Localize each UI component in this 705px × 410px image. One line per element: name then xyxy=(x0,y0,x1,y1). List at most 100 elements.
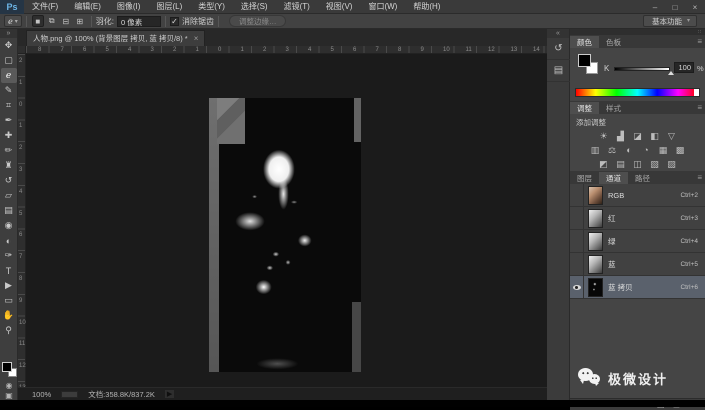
visibility-toggle[interactable] xyxy=(570,230,584,252)
channel-row[interactable]: 蓝 拷贝 Ctrl+6 xyxy=(570,276,705,299)
document-status-bar: 100% 文档:358.8K/837.2K ▶ xyxy=(18,387,547,400)
marquee-tool[interactable]: ▢ xyxy=(1,53,17,68)
minimize-button[interactable]: – xyxy=(645,0,665,14)
tab-通道[interactable]: 通道 xyxy=(599,172,628,184)
move-tool[interactable]: ✥ xyxy=(1,38,17,53)
channel-row[interactable]: 蓝 Ctrl+5 xyxy=(570,253,705,276)
crop-tool[interactable]: ⌗ xyxy=(1,98,17,113)
canvas-image[interactable] xyxy=(209,98,361,372)
adjustment-icon[interactable]: ▨ xyxy=(665,159,678,170)
screen-mode-icon[interactable]: ▣ xyxy=(0,391,18,400)
shape-tool[interactable]: ▭ xyxy=(1,293,17,308)
menu-item[interactable]: 类型(Y) xyxy=(190,0,233,14)
feather-input[interactable]: 0 像素 xyxy=(116,15,161,27)
adjustment-icon[interactable]: ☀ xyxy=(597,131,610,142)
channel-row[interactable]: 红 Ctrl+3 xyxy=(570,207,705,230)
adjustment-icon[interactable]: ▧ xyxy=(648,159,661,170)
vertical-ruler: 21012345678910111213 xyxy=(18,54,26,391)
new-selection-icon[interactable]: ■ xyxy=(31,15,44,27)
zoom-tool[interactable]: ⚲ xyxy=(1,323,17,338)
antialias-label: 消除锯齿 xyxy=(181,16,214,26)
hand-tool[interactable]: ✋ xyxy=(1,308,17,323)
blur-tool[interactable]: ◉ xyxy=(1,218,17,233)
tab-调整[interactable]: 调整 xyxy=(570,102,599,114)
menu-item[interactable]: 编辑(E) xyxy=(66,0,109,14)
foreground-color-swatch[interactable] xyxy=(578,54,591,67)
active-tool-preset[interactable]: ℯ ▾ xyxy=(4,15,22,27)
adjustment-icon[interactable]: ◫ xyxy=(631,159,644,170)
tab-样式[interactable]: 样式 xyxy=(599,102,628,114)
adjustment-icon[interactable]: ▥ xyxy=(589,145,602,156)
adjustment-icon[interactable]: ◧ xyxy=(648,131,661,142)
foreground-color-swatch[interactable] xyxy=(2,362,12,372)
menu-item[interactable]: 图层(L) xyxy=(148,0,190,14)
menu-item[interactable]: 选择(S) xyxy=(233,0,276,14)
channel-row[interactable]: RGB Ctrl+2 xyxy=(570,184,705,207)
path-selection-tool[interactable]: ▶ xyxy=(1,278,17,293)
healing-brush-tool[interactable]: ✚ xyxy=(1,128,17,143)
tab-路径[interactable]: 路径 xyxy=(628,172,657,184)
adjustment-icon[interactable]: ▟ xyxy=(614,131,627,142)
menu-item[interactable]: 视图(V) xyxy=(318,0,361,14)
eraser-tool[interactable]: ▱ xyxy=(1,188,17,203)
color-spectrum-ramp[interactable] xyxy=(575,88,700,97)
history-panel-icon[interactable]: ↺ xyxy=(547,38,570,60)
subtract-from-selection-icon[interactable]: ⊟ xyxy=(60,15,72,27)
close-icon[interactable]: × xyxy=(194,34,199,43)
quick-mask-icon[interactable]: ◉ xyxy=(0,381,18,390)
refine-edge-button[interactable]: 调整边缘… xyxy=(228,15,287,27)
quick-selection-tool[interactable]: ✎ xyxy=(1,83,17,98)
clone-stamp-tool[interactable]: ♜ xyxy=(1,158,17,173)
intersect-selection-icon[interactable]: ⊞ xyxy=(74,15,86,27)
panel-menu-icon[interactable]: ≡ xyxy=(697,103,702,112)
visibility-toggle[interactable] xyxy=(570,276,584,298)
menu-item[interactable]: 窗口(W) xyxy=(360,0,405,14)
ruler-number: 14 xyxy=(533,47,540,53)
wechat-icon xyxy=(578,368,602,388)
pen-tool[interactable]: ✑ xyxy=(1,248,17,263)
tab-色板[interactable]: 色板 xyxy=(599,36,628,48)
properties-panel-icon[interactable]: ▤ xyxy=(547,60,570,82)
adjustment-icon[interactable]: ◐ xyxy=(623,145,636,156)
document-tab[interactable]: 人物.png @ 100% (背景图层 拷贝, 蓝 拷贝/8) * × xyxy=(26,30,206,46)
adjustment-icon[interactable]: ◔ xyxy=(640,145,653,156)
menu-item[interactable]: 图像(I) xyxy=(109,0,149,14)
history-brush-tool[interactable]: ↺ xyxy=(1,173,17,188)
brush-tool[interactable]: ✏ xyxy=(1,143,17,158)
gradient-tool[interactable]: ▤ xyxy=(1,203,17,218)
workspace-switcher[interactable]: 基本功能 ▾ xyxy=(642,15,697,27)
lasso-tool[interactable]: ℯ xyxy=(0,68,17,83)
k-value-input[interactable]: 100 xyxy=(674,62,694,73)
type-tool[interactable]: T xyxy=(1,263,17,278)
menu-item[interactable]: 帮助(H) xyxy=(405,0,448,14)
status-menu-arrow-icon[interactable]: ▶ xyxy=(164,390,175,398)
dodge-tool[interactable]: ◐ xyxy=(1,233,17,248)
panel-menu-icon[interactable]: ≡ xyxy=(697,173,702,182)
visibility-toggle[interactable] xyxy=(570,253,584,275)
close-button[interactable]: × xyxy=(685,0,705,14)
maximize-button[interactable]: □ xyxy=(665,0,685,14)
channel-shortcut: Ctrl+2 xyxy=(680,191,698,199)
add-to-selection-icon[interactable]: ⧉ xyxy=(46,15,58,27)
zoom-level[interactable]: 100% xyxy=(32,390,51,399)
panel-menu-icon[interactable]: ≡ xyxy=(697,37,702,46)
adjustment-icon[interactable]: ▦ xyxy=(657,145,670,156)
tab-颜色[interactable]: 颜色 xyxy=(570,36,599,48)
antialias-checkbox[interactable]: ✓ xyxy=(169,16,179,26)
adjustment-icon[interactable]: ▩ xyxy=(674,145,687,156)
adjustment-icon[interactable]: ◩ xyxy=(597,159,610,170)
visibility-toggle[interactable] xyxy=(570,207,584,229)
k-slider-track[interactable] xyxy=(614,67,670,71)
adjustment-icon[interactable]: ▤ xyxy=(614,159,627,170)
expand-panels-icon[interactable]: « xyxy=(547,29,569,38)
menu-item[interactable]: 滤镜(T) xyxy=(276,0,318,14)
collapse-tools-icon[interactable]: » xyxy=(0,29,17,38)
adjustment-icon[interactable]: ◪ xyxy=(631,131,644,142)
adjustment-icon[interactable]: ⚖ xyxy=(606,145,619,156)
visibility-toggle[interactable] xyxy=(570,184,584,206)
adjustment-icon[interactable]: ▽ xyxy=(665,131,678,142)
menu-item[interactable]: 文件(F) xyxy=(24,0,66,14)
eyedropper-tool[interactable]: ✒ xyxy=(1,113,17,128)
channel-row[interactable]: 绿 Ctrl+4 xyxy=(570,230,705,253)
tab-图层[interactable]: 图层 xyxy=(570,172,599,184)
